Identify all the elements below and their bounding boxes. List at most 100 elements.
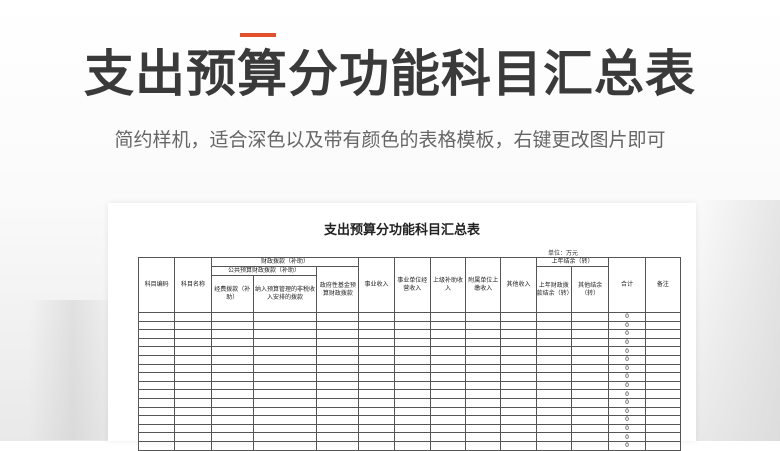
header-other-income: 其他收入 <box>500 257 537 313</box>
table-cell <box>500 432 537 442</box>
table-cell <box>644 312 682 322</box>
table-cell <box>535 372 572 382</box>
table-cell <box>137 397 176 408</box>
table-row: 0 <box>137 397 682 408</box>
table-cell <box>535 380 572 391</box>
header-remarks: 备注 <box>644 257 682 313</box>
table-cell <box>500 440 537 451</box>
table-cell <box>500 397 537 408</box>
table-cell <box>210 406 254 417</box>
table-cell <box>535 346 572 356</box>
table-cell <box>429 312 467 322</box>
table-cell <box>570 380 610 391</box>
table-cell <box>210 363 254 374</box>
table-cell <box>174 354 212 365</box>
table-cell <box>500 329 537 339</box>
table-cell <box>174 380 212 391</box>
table-cell <box>316 415 360 425</box>
table-cell <box>174 432 212 442</box>
header-prior-fiscal-balance: 上年财政拨款结余（转） <box>535 266 572 313</box>
total-cell: 0 <box>608 337 646 348</box>
table-cell <box>137 423 176 434</box>
summary-table: 科目编码 科目名称 财政拨款（补助） 事业收入 事业单位经营收入 上级补助收入 … <box>137 257 682 451</box>
table-cell <box>465 397 502 408</box>
table-cell <box>252 389 318 399</box>
table-cell <box>570 346 610 356</box>
table-cell <box>137 432 176 442</box>
table-cell <box>316 320 360 331</box>
table-cell <box>465 406 502 417</box>
total-cell: 0 <box>608 372 646 382</box>
table-cell <box>316 312 360 322</box>
table-cell <box>174 415 212 425</box>
table-cell <box>210 372 254 382</box>
total-cell: 0 <box>608 415 646 425</box>
table-cell <box>316 329 360 339</box>
table-cell <box>252 346 318 356</box>
table-cell <box>429 423 467 434</box>
header-operating-income: 事业单位经营收入 <box>393 257 431 313</box>
table-cell <box>429 329 467 339</box>
table-cell <box>644 320 682 331</box>
table-cell <box>465 440 502 451</box>
table-cell <box>358 415 395 425</box>
table-cell <box>644 440 682 451</box>
table-cell <box>644 397 682 408</box>
table-cell <box>316 372 360 382</box>
table-cell <box>535 432 572 442</box>
background-decoration-right <box>700 200 780 441</box>
table-cell <box>174 423 212 434</box>
table-cell <box>358 363 395 374</box>
table-cell <box>644 329 682 339</box>
table-cell <box>393 329 431 339</box>
table-cell <box>358 372 395 382</box>
table-cell <box>535 320 572 331</box>
table-cell <box>252 432 318 442</box>
table-cell <box>210 389 254 399</box>
table-cell <box>570 406 610 417</box>
table-row: 0 <box>137 320 682 331</box>
table-cell <box>393 432 431 442</box>
table-cell <box>210 415 254 425</box>
table-cell <box>465 389 502 399</box>
table-row: 0 <box>137 423 682 434</box>
table-cell <box>137 337 176 348</box>
table-cell <box>429 406 467 417</box>
table-row: 0 <box>137 346 682 356</box>
table-cell <box>393 372 431 382</box>
table-cell <box>358 346 395 356</box>
table-cell <box>644 363 682 374</box>
table-cell <box>644 423 682 434</box>
table-cell <box>252 440 318 451</box>
table-cell <box>570 389 610 399</box>
table-cell <box>137 320 176 331</box>
table-cell <box>316 406 360 417</box>
table-cell <box>393 406 431 417</box>
table-cell <box>429 346 467 356</box>
table-cell <box>535 389 572 399</box>
table-cell <box>316 432 360 442</box>
table-cell <box>358 354 395 365</box>
table-cell <box>252 329 318 339</box>
table-cell <box>393 312 431 322</box>
total-cell: 0 <box>608 346 646 356</box>
table-cell <box>429 380 467 391</box>
table-cell <box>316 423 360 434</box>
table-cell <box>358 397 395 408</box>
table-cell <box>174 312 212 322</box>
table-cell <box>137 329 176 339</box>
header-subject-code: 科目编码 <box>137 257 176 313</box>
table-cell <box>644 389 682 399</box>
table-cell <box>644 432 682 442</box>
total-cell: 0 <box>608 354 646 365</box>
total-cell: 0 <box>608 406 646 417</box>
table-row: 0 <box>137 329 682 339</box>
table-cell <box>137 380 176 391</box>
table-cell <box>570 312 610 322</box>
table-cell <box>500 423 537 434</box>
table-cell <box>429 432 467 442</box>
table-cell <box>252 372 318 382</box>
table-cell <box>535 440 572 451</box>
table-cell <box>465 320 502 331</box>
table-cell <box>535 363 572 374</box>
